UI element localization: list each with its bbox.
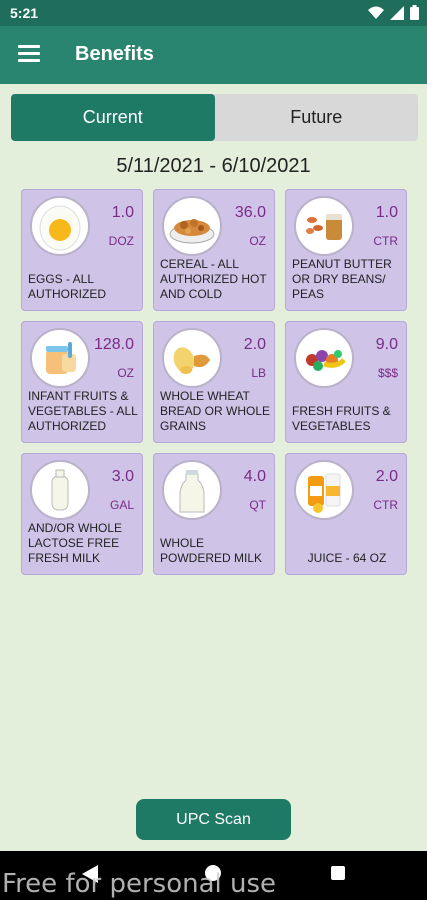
status-bar: 5:21 <box>0 0 427 26</box>
benefits-grid: 1.0 DOZ EGGS - ALL AUTHORIZED 36.0 OZ CE… <box>21 189 409 575</box>
benefit-label: WHOLE WHEAT BREAD OR WHOLE GRAINS <box>160 389 271 433</box>
benefit-qty: 9.0 <box>375 336 398 353</box>
benefit-qty: 1.0 <box>375 204 398 221</box>
benefit-qty: 1.0 <box>111 204 134 221</box>
benefit-qty: 36.0 <box>234 204 266 221</box>
benefit-label: INFANT FRUITS & VEGETABLES - ALL AUTHORI… <box>28 389 138 433</box>
upc-scan-button[interactable]: UPC Scan <box>136 799 291 840</box>
benefit-label: CEREAL - ALL AUTHORIZED HOT AND COLD <box>160 257 267 301</box>
benefit-unit: CTR <box>373 498 398 512</box>
fruits-vegetables-icon <box>294 328 354 388</box>
benefit-card-juice[interactable]: 2.0 CTR JUICE - 64 OZ <box>285 453 407 575</box>
hamburger-menu-icon[interactable] <box>18 45 40 63</box>
benefit-card-cereal[interactable]: 36.0 OZ CEREAL - ALL AUTHORIZED HOT AND … <box>153 189 275 311</box>
bread-icon <box>162 328 222 388</box>
benefit-qty: 3.0 <box>111 468 134 485</box>
benefit-label: WHOLE POWDERED MILK <box>160 536 263 565</box>
benefit-unit: CTR <box>373 234 398 248</box>
status-icons <box>368 5 419 20</box>
benefit-card-whole-wheat-bread[interactable]: 2.0 LB WHOLE WHEAT BREAD OR WHOLE GRAINS <box>153 321 275 443</box>
tab-future[interactable]: Future <box>215 94 419 141</box>
benefit-card-peanut-butter[interactable]: 1.0 CTR PEANUT BUTTER OR DRY BEANS/ PEAS <box>285 189 407 311</box>
benefit-period-tabs: Current Future <box>11 94 418 141</box>
benefit-label: FRESH FRUITS & VEGETABLES <box>292 404 391 433</box>
benefit-card-lactose-free-milk[interactable]: 3.0 GAL AND/OR WHOLE LACTOSE FREE FRESH … <box>21 453 143 575</box>
recent-apps-icon[interactable] <box>331 866 345 880</box>
benefit-unit: LB <box>251 366 266 380</box>
tab-current[interactable]: Current <box>11 94 215 141</box>
benefit-qty: 2.0 <box>375 468 398 485</box>
status-time: 5:21 <box>10 5 39 21</box>
milk-bottle-icon <box>162 460 222 520</box>
benefit-label: PEANUT BUTTER OR DRY BEANS/ PEAS <box>292 257 392 301</box>
benefit-unit: OZ <box>249 234 266 248</box>
milk-jug-icon <box>30 460 90 520</box>
benefit-qty: 4.0 <box>243 468 266 485</box>
benefit-card-infant-fruits-vegetables[interactable]: 128.0 OZ INFANT FRUITS & VEGETABLES - AL… <box>21 321 143 443</box>
benefit-unit: $$$ <box>377 366 398 380</box>
page-title: Benefits <box>75 43 154 65</box>
peanut-butter-icon <box>294 196 354 256</box>
benefit-card-powdered-milk[interactable]: 4.0 QT WHOLE POWDERED MILK <box>153 453 275 575</box>
watermark: Free for personal use <box>2 869 277 899</box>
benefit-unit: QT <box>249 498 266 512</box>
benefit-unit: OZ <box>117 366 134 380</box>
egg-icon <box>30 196 90 256</box>
benefit-label: JUICE - 64 OZ <box>307 551 387 565</box>
benefit-unit: GAL <box>109 498 134 512</box>
benefit-label: AND/OR WHOLE LACTOSE FREE FRESH MILK <box>28 521 123 565</box>
battery-icon <box>410 5 419 20</box>
app-bar: Benefits <box>0 26 427 84</box>
signal-icon <box>390 5 404 20</box>
benefit-unit: DOZ <box>108 234 134 248</box>
baby-food-icon <box>30 328 90 388</box>
benefit-card-eggs[interactable]: 1.0 DOZ EGGS - ALL AUTHORIZED <box>21 189 143 311</box>
juice-icon <box>294 460 354 520</box>
benefit-card-fresh-fruits-vegetables[interactable]: 9.0 $$$ FRESH FRUITS & VEGETABLES <box>285 321 407 443</box>
cereal-icon <box>162 196 222 256</box>
wifi-icon <box>368 6 384 19</box>
date-range: 5/11/2021 - 6/10/2021 <box>116 155 311 177</box>
benefit-qty: 2.0 <box>243 336 266 353</box>
benefit-qty: 128.0 <box>93 336 134 353</box>
benefit-label: EGGS - ALL AUTHORIZED <box>28 272 106 301</box>
